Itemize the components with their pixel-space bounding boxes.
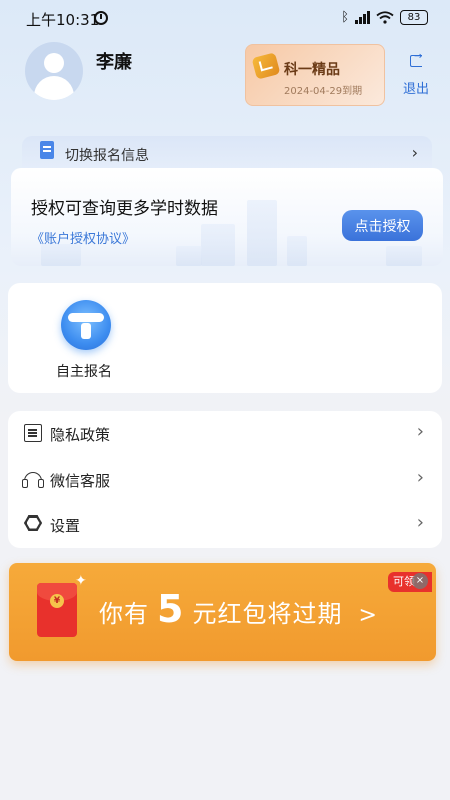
account-authorization-agreement-link[interactable]: 《账户授权协议》 (31, 228, 135, 247)
settings-menu: 隐私政策 › 微信客服 › 设置 › (8, 411, 442, 548)
menu-item-label: 微信客服 (50, 472, 111, 490)
banner-prefix: 你有 (99, 600, 149, 628)
document-list-icon (24, 424, 42, 442)
avatar[interactable] (25, 42, 83, 100)
services-card: 自主报名 (8, 283, 442, 393)
sparkle-icon: ✦ (75, 573, 87, 589)
logout-button[interactable]: 退出 (403, 78, 429, 97)
banner-arrow: > (358, 603, 378, 628)
vip-expiry-date: 2024-04-29到期 (284, 86, 363, 97)
red-packet-banner[interactable]: ✦ 你有 5 元红包将过期 > 可领 × (9, 563, 436, 661)
status-bar: 上午10:31 ᛒ 83 (0, 0, 450, 36)
steering-wheel-icon[interactable] (61, 300, 111, 350)
settings-icon (24, 515, 42, 531)
switch-registration-info-row[interactable]: 切换报名信息 › (22, 136, 432, 172)
alarm-icon (94, 11, 108, 25)
document-icon (40, 141, 54, 159)
red-envelope-icon (37, 583, 77, 637)
vip-badge-icon (251, 52, 281, 80)
vip-title: 科一精品 (284, 62, 340, 78)
menu-item-privacy-policy[interactable]: 隐私政策 › (8, 411, 442, 456)
menu-item-settings[interactable]: 设置 › (8, 502, 442, 547)
status-time: 上午10:31 (26, 11, 100, 29)
chevron-right-icon: › (416, 467, 424, 488)
vip-card[interactable]: 科一精品 2024-04-29到期 (245, 44, 385, 106)
close-icon[interactable]: × (412, 573, 428, 589)
menu-item-label: 设置 (50, 517, 81, 535)
self-registration-label[interactable]: 自主报名 (56, 361, 112, 381)
chevron-right-icon: › (411, 143, 418, 162)
banner-suffix: 元红包将过期 (192, 600, 343, 628)
logout-icon[interactable] (410, 51, 422, 67)
authorize-button[interactable]: 点击授权 (342, 210, 423, 241)
battery-icon: 83 (400, 10, 428, 25)
banner-message: 你有 5 元红包将过期 > (99, 587, 378, 631)
switch-registration-label: 切换报名信息 (65, 148, 149, 164)
status-icons: ᛒ 83 (341, 10, 428, 25)
authorization-card: 授权可查询更多学时数据 《账户授权协议》 点击授权 (11, 168, 443, 266)
banner-amount: 5 (157, 587, 185, 631)
user-name: 李廉 (96, 52, 132, 73)
chevron-right-icon: › (416, 512, 424, 533)
authorization-title: 授权可查询更多学时数据 (31, 199, 218, 219)
menu-item-wechat-support[interactable]: 微信客服 › (8, 457, 442, 502)
chevron-right-icon: › (416, 421, 424, 442)
wifi-icon (376, 11, 394, 24)
menu-item-label: 隐私政策 (50, 426, 111, 444)
headset-icon (22, 472, 44, 488)
signal-icon (355, 11, 370, 24)
bluetooth-icon: ᛒ (341, 10, 349, 25)
